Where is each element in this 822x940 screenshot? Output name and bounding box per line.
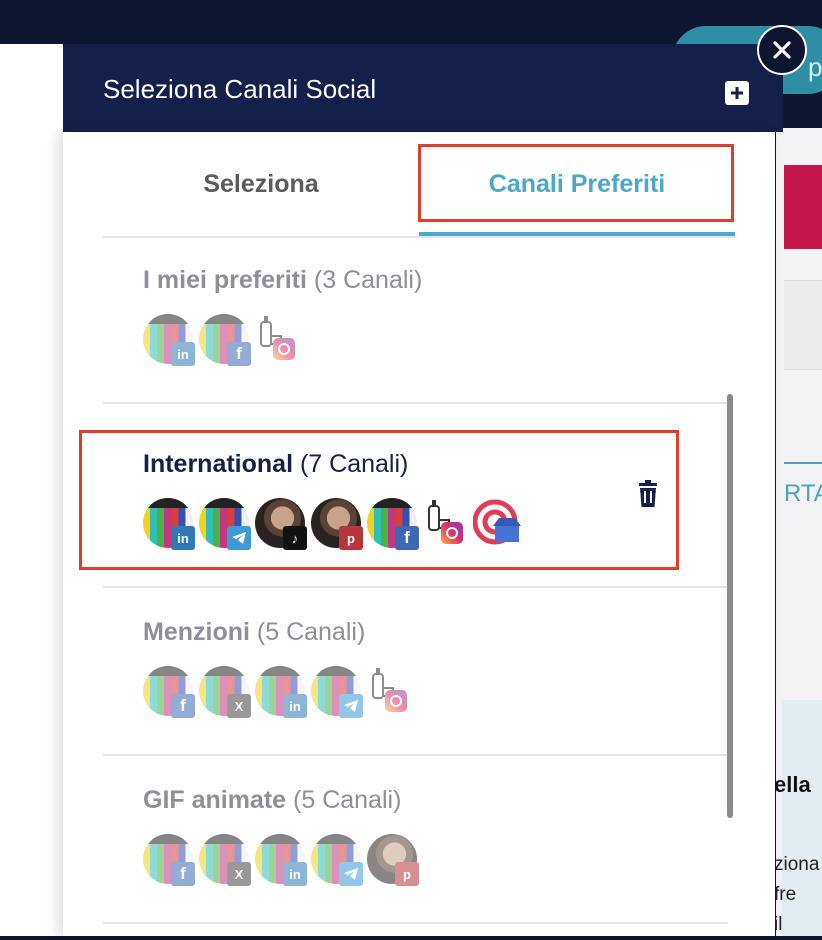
add-group-button[interactable] [725, 81, 749, 105]
group-channels: f X in [143, 666, 411, 718]
favorite-group-i-miei-preferiti[interactable]: I miei preferiti (3 Canali) in f [103, 236, 728, 404]
channel-facebook: f [143, 834, 195, 886]
channel-facebook: f [367, 498, 419, 550]
group-title: Menzioni (5 Canali) [143, 618, 365, 647]
pinterest-icon: p [395, 862, 419, 886]
background-red-block [784, 165, 822, 249]
close-button[interactable] [757, 25, 807, 75]
group-title: GIF animate (5 Canali) [143, 786, 401, 815]
background-pill-text: p [808, 52, 822, 82]
favorite-group-gif-animate[interactable]: GIF animate (5 Canali) f X in p [103, 756, 728, 924]
tab-bar: Seleziona Canali Preferiti [103, 132, 735, 238]
instagram-brand-icon [260, 316, 295, 360]
group-count: (7 Canali) [299, 450, 409, 478]
instagram-brand-icon [372, 668, 407, 712]
linkedin-icon: in [283, 694, 307, 718]
google-my-business-icon [472, 499, 521, 545]
telegram-icon [227, 526, 251, 550]
background-tab[interactable]: RTA [784, 462, 822, 530]
group-channels: f X in p [143, 834, 419, 886]
channel-facebook: f [199, 314, 251, 366]
group-channels: in ♪ p f [143, 498, 523, 550]
panel-title: Seleziona Canali Social [103, 74, 377, 104]
channel-pinterest: p [367, 834, 419, 886]
channel-google-my-business [472, 498, 523, 548]
facebook-icon: f [171, 694, 195, 718]
channel-telegram [311, 666, 363, 718]
linkedin-icon: in [171, 526, 195, 550]
group-title: I miei preferiti (3 Canali) [143, 266, 422, 295]
group-title: International (7 Canali) [143, 450, 408, 479]
linkedin-icon: in [171, 342, 195, 366]
channel-telegram [199, 498, 251, 550]
background-card-text: ziona fre il [774, 854, 820, 935]
channel-tiktok: ♪ [255, 498, 307, 550]
group-name: GIF animate [143, 786, 287, 814]
group-name: International [143, 450, 294, 478]
channel-facebook: f [143, 666, 195, 718]
close-icon [773, 41, 791, 59]
tab-canali-preferiti[interactable]: Canali Preferiti [419, 132, 735, 236]
channel-instagram-brand [367, 666, 411, 716]
channels-panel: Seleziona Canali Preferiti I miei prefer… [63, 132, 775, 936]
trash-icon [639, 480, 657, 507]
facebook-icon: f [171, 862, 195, 886]
background-field [784, 280, 822, 370]
group-count: (3 Canali) [313, 266, 423, 294]
pinterest-icon: p [339, 526, 363, 550]
scrollbar[interactable] [727, 394, 733, 818]
plus-square-icon [731, 87, 743, 99]
delete-group-button[interactable] [635, 480, 661, 508]
channel-telegram [311, 834, 363, 886]
group-name: Menzioni [143, 618, 250, 646]
background-card-heading: ella [774, 772, 811, 797]
group-channels: in f [143, 314, 299, 366]
channel-linkedin: in [255, 666, 307, 718]
favorite-group-menzioni[interactable]: Menzioni (5 Canali) f X in [103, 588, 728, 756]
tab-seleziona[interactable]: Seleziona [103, 132, 419, 236]
channel-pinterest: p [311, 498, 363, 550]
instagram-brand-icon [428, 500, 463, 544]
telegram-icon [339, 862, 363, 886]
channel-linkedin: in [143, 314, 195, 366]
x-icon: X [227, 694, 251, 718]
group-count: (5 Canali) [293, 786, 402, 814]
group-count: (5 Canali) [256, 618, 366, 646]
channel-x: X [199, 834, 251, 886]
x-icon: X [227, 862, 251, 886]
linkedin-icon: in [283, 862, 307, 886]
group-name: I miei preferiti [143, 266, 307, 294]
facebook-icon: f [395, 526, 419, 550]
channel-instagram-brand [423, 498, 467, 548]
facebook-icon: f [227, 342, 251, 366]
background-info-card: ella ziona fre il [774, 700, 822, 936]
background-left-area [0, 44, 64, 936]
channel-instagram-brand [255, 314, 299, 364]
tiktok-icon: ♪ [283, 526, 307, 550]
panel-header: Seleziona Canali Social [63, 44, 783, 132]
channel-x: X [199, 666, 251, 718]
channel-linkedin: in [255, 834, 307, 886]
telegram-icon [339, 694, 363, 718]
channel-linkedin: in [143, 498, 195, 550]
